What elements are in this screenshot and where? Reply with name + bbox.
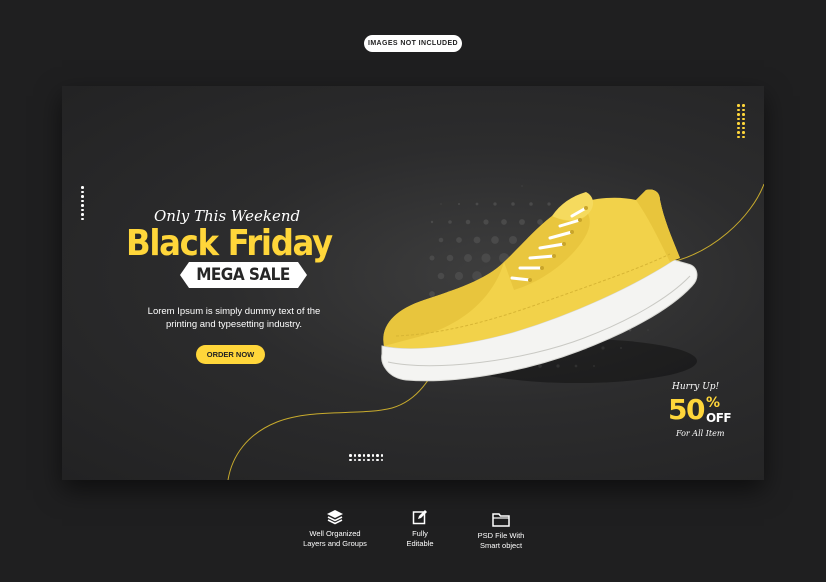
discount-badge: Hurry Up! 50 % OFF For All Item (666, 382, 736, 448)
layers-icon (327, 510, 343, 525)
feature-psd-line2: Smart object (479, 541, 523, 550)
edit-icon (412, 510, 427, 525)
dots-decoration-right-b (742, 104, 745, 138)
mega-sale-badge: MEGA SALE (180, 262, 307, 288)
dots-decoration-left (81, 186, 84, 220)
feature-layers: Well Organized Layers and Groups (290, 509, 380, 549)
dots-decoration-right-a (737, 104, 740, 138)
order-now-button[interactable]: ORDER NOW (196, 345, 265, 364)
feature-psd: PSD File With Smart object (456, 512, 546, 551)
headline: Black Friday (126, 223, 333, 264)
dots-decoration-bottom (349, 454, 383, 461)
feature-psd-line1: PSD File With (477, 531, 525, 540)
feature-layers-line1: Well Organized (309, 529, 361, 538)
mega-sale-label: MEGA SALE (196, 265, 291, 285)
feature-editable-line2: Editable (406, 539, 434, 548)
discount-off: OFF (706, 411, 732, 425)
description: Lorem Ipsum is simply dummy text of the … (147, 306, 321, 330)
badge-label: IMAGES NOT INCLUDED (367, 40, 459, 47)
discount-percent: % (706, 395, 721, 411)
folder-icon (492, 513, 510, 527)
sneaker-image (381, 189, 698, 382)
feature-layers-line2: Layers and Groups (303, 539, 367, 548)
feature-editable: Fully Editable (375, 509, 465, 549)
discount-number: 50 (668, 393, 705, 426)
promo-banner: Only This Weekend Black Friday MEGA SALE… (62, 86, 764, 480)
discount-top: Hurry Up! (672, 382, 720, 392)
feature-editable-line1: Fully (412, 529, 428, 538)
images-not-included-badge: IMAGES NOT INCLUDED (364, 35, 462, 52)
discount-bottom: For All Item (676, 429, 725, 438)
